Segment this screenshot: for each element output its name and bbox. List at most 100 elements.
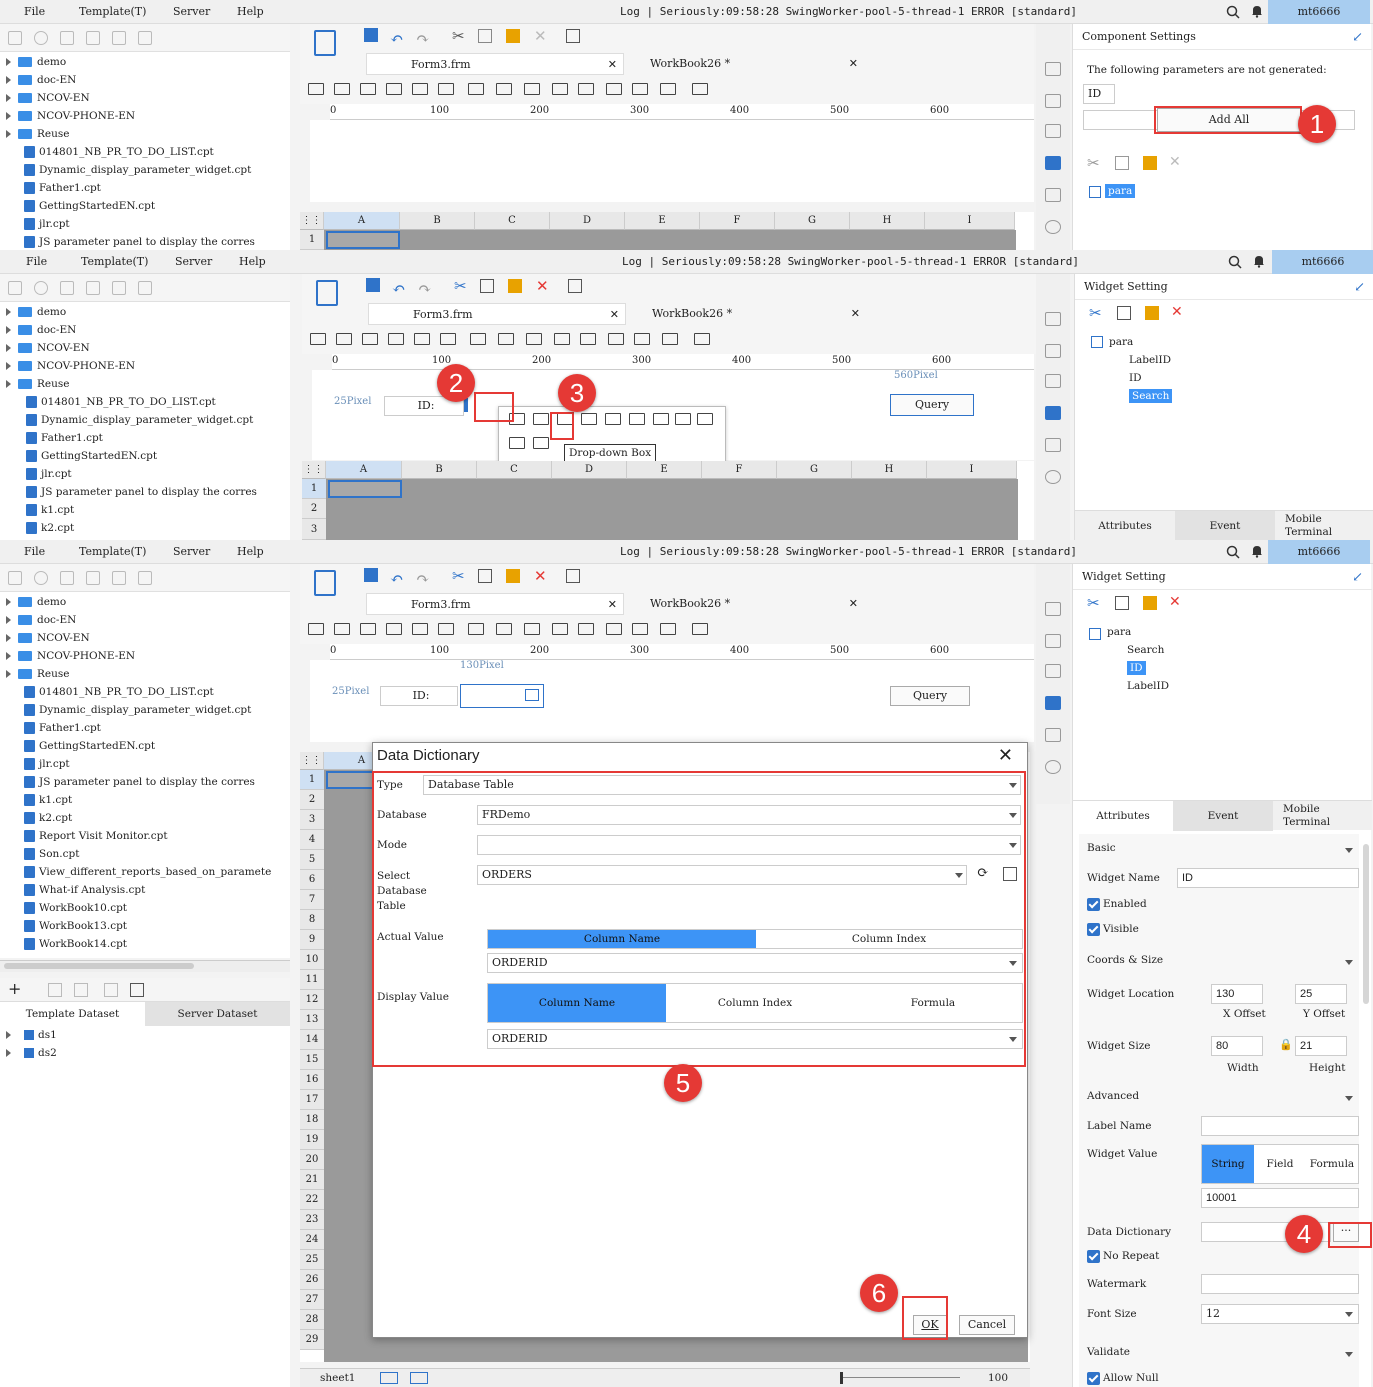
cut-icon[interactable]: ✂ xyxy=(452,567,465,585)
user-badge[interactable]: mt6666 xyxy=(1268,0,1370,24)
cut-icon[interactable]: ✂ xyxy=(1087,594,1100,612)
form-design-icon[interactable] xyxy=(314,570,336,596)
checkbox-widget-icon[interactable] xyxy=(554,333,570,345)
link-icon[interactable] xyxy=(1045,220,1061,234)
tree-file[interactable]: What-if Analysis.cpt xyxy=(24,881,145,899)
zoom-value[interactable]: 100 xyxy=(988,1372,1008,1384)
preview-icon[interactable] xyxy=(568,279,582,293)
tab-mobile-terminal[interactable]: Mobile Terminal xyxy=(1283,803,1353,829)
new-folder-icon[interactable] xyxy=(8,31,22,45)
lock-icon[interactable] xyxy=(60,31,74,45)
tree-file[interactable]: 014801_NB_PR_TO_DO_LIST.cpt xyxy=(24,143,214,161)
section-advanced[interactable]: Advanced xyxy=(1087,1090,1139,1102)
lock-icon[interactable] xyxy=(60,571,74,585)
label-widget-icon[interactable] xyxy=(334,623,350,635)
redo-icon[interactable]: ↷ xyxy=(416,569,429,588)
delete-icon[interactable] xyxy=(74,983,88,997)
menu-template[interactable]: Template(T) xyxy=(79,545,146,558)
tree-file[interactable]: WorkBook10.cpt xyxy=(24,899,127,917)
button-widget-icon[interactable] xyxy=(310,333,326,345)
button-widget-icon[interactable] xyxy=(308,623,324,635)
delete-icon[interactable]: ✕ xyxy=(534,567,547,585)
password-widget-icon[interactable] xyxy=(533,437,549,449)
grid-widget-icon[interactable] xyxy=(438,623,454,635)
tree-file[interactable]: k2.cpt xyxy=(24,809,72,827)
tree-folder-reuse[interactable]: Reuse xyxy=(0,665,69,683)
expand-icon[interactable]: ↙ xyxy=(1354,280,1365,295)
tree-folder-doc-en[interactable]: doc-EN xyxy=(0,321,76,339)
tree-node-id[interactable]: ID xyxy=(1111,372,1142,384)
add-poly-sheet-icon[interactable] xyxy=(410,1372,428,1384)
sheet-tab[interactable]: sheet1 xyxy=(320,1372,355,1384)
user-badge[interactable]: mt6666 xyxy=(1272,250,1373,274)
tree-file[interactable]: GettingStartedEN.cpt xyxy=(26,447,157,465)
copy-icon[interactable] xyxy=(138,31,152,45)
refresh-icon[interactable] xyxy=(34,31,48,45)
date-widget-icon[interactable] xyxy=(412,623,428,635)
tab-event[interactable]: Event xyxy=(1175,511,1275,540)
form-design-icon[interactable] xyxy=(314,30,336,56)
link-icon[interactable] xyxy=(1045,470,1061,484)
menu-file[interactable]: File xyxy=(24,5,45,18)
log-status[interactable]: Log | Seriously:09:58:28 SwingWorker-poo… xyxy=(620,545,1077,558)
radio-widget-icon[interactable] xyxy=(524,623,540,635)
tree-folder-ncov-phone[interactable]: NCOV-PHONE-EN xyxy=(0,107,135,125)
list-icon[interactable] xyxy=(1045,728,1061,742)
tab-template-dataset[interactable]: Template Dataset xyxy=(0,1002,145,1026)
tree-folder-ncov-phone[interactable]: NCOV-PHONE-EN xyxy=(0,357,135,375)
tree-file[interactable]: Father1.cpt xyxy=(24,719,101,737)
date-widget-icon[interactable] xyxy=(581,413,597,425)
section-basic[interactable]: Basic xyxy=(1087,842,1116,854)
number-widget-icon[interactable] xyxy=(470,333,486,345)
tree-file[interactable]: k2.cpt xyxy=(26,519,74,537)
menu-server[interactable]: Server xyxy=(173,5,210,18)
grid-widget-icon[interactable] xyxy=(438,83,454,95)
add-sheet-icon[interactable] xyxy=(380,1372,398,1384)
tab-form[interactable]: Form3.frm ✕ xyxy=(368,303,626,325)
widget-name-input[interactable]: ID xyxy=(1177,868,1359,888)
horizontal-scrollbar[interactable] xyxy=(0,960,290,972)
edit-icon[interactable] xyxy=(48,983,62,997)
frame-icon[interactable] xyxy=(1045,124,1061,138)
list-widget-icon[interactable] xyxy=(496,83,512,95)
menu-help[interactable]: Help xyxy=(239,255,266,268)
menu-template[interactable]: Template(T) xyxy=(79,5,146,18)
tree-node-para[interactable]: para xyxy=(1107,626,1131,638)
tree-node-search[interactable]: Search xyxy=(1109,644,1164,656)
tree-file[interactable]: GettingStartedEN.cpt xyxy=(24,197,155,215)
tree-folder-demo[interactable]: demo xyxy=(0,53,66,71)
tree-file[interactable]: 014801_NB_PR_TO_DO_LIST.cpt xyxy=(24,683,214,701)
tree-file[interactable]: Father1.cpt xyxy=(24,179,101,197)
cut-icon[interactable]: ✂ xyxy=(1087,154,1100,172)
search-icon[interactable] xyxy=(1228,255,1242,269)
dropdown-widget-icon[interactable] xyxy=(386,83,402,95)
date-widget-icon[interactable] xyxy=(414,333,430,345)
checkbox-widget-icon[interactable] xyxy=(552,83,568,95)
radio-widget-icon[interactable] xyxy=(675,413,691,425)
redo-icon[interactable]: ↷ xyxy=(416,29,429,48)
tree-node-para[interactable]: para xyxy=(1105,184,1136,198)
dropdown-widget-icon[interactable] xyxy=(388,333,404,345)
tree-folder-demo[interactable]: demo xyxy=(0,593,66,611)
link-icon[interactable] xyxy=(1045,760,1061,774)
undo-icon[interactable]: ↶ xyxy=(392,279,405,298)
dataset-ds2[interactable]: ds2 xyxy=(0,1044,57,1062)
watermark-input[interactable] xyxy=(1201,1274,1359,1294)
tree-folder-doc-en[interactable]: doc-EN xyxy=(0,611,76,629)
textbox-widget-icon[interactable] xyxy=(360,623,376,635)
checkbox-widget-icon[interactable] xyxy=(552,623,568,635)
redo-icon[interactable]: ↷ xyxy=(418,279,431,298)
undo-icon[interactable]: ↶ xyxy=(390,29,403,48)
query-button[interactable]: Query xyxy=(890,686,970,706)
slider-widget-icon[interactable] xyxy=(632,83,648,95)
tree-folder-doc-en[interactable]: doc-EN xyxy=(0,71,76,89)
parameter-canvas[interactable]: 25Pixel 130Pixel ID: Query xyxy=(310,660,1034,742)
visible-checkbox[interactable] xyxy=(1087,923,1100,936)
tree-file[interactable]: k1.cpt xyxy=(24,791,72,809)
delete-icon[interactable] xyxy=(112,31,126,45)
tree-file[interactable]: 014801_NB_PR_TO_DO_LIST.cpt xyxy=(26,393,216,411)
font-size-select[interactable]: 12 xyxy=(1201,1304,1359,1324)
paste-icon[interactable] xyxy=(506,29,520,43)
textbox-widget-icon[interactable] xyxy=(362,333,378,345)
label-widget-icon[interactable] xyxy=(336,333,352,345)
